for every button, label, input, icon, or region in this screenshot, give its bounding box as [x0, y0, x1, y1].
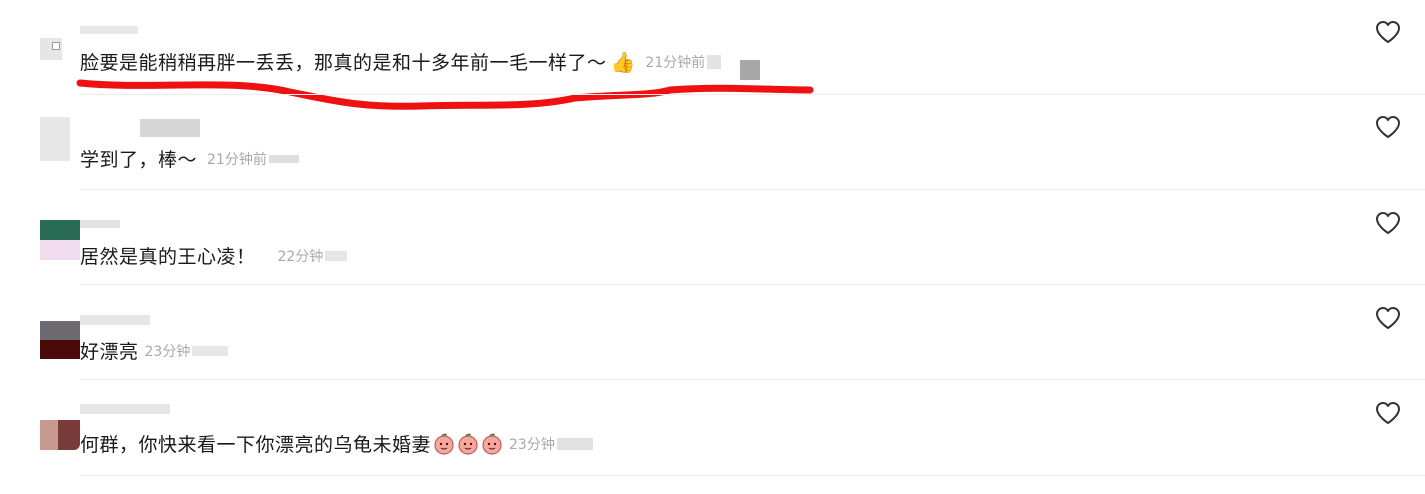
comment-body: 学到了，棒～ 21分钟前	[80, 145, 299, 172]
redaction-square	[740, 60, 760, 80]
comment-timestamp: 23分钟	[144, 343, 191, 360]
timestamp-blur	[268, 154, 299, 163]
heart-outline-icon[interactable]	[1374, 304, 1402, 332]
comment-text: 何群，你快来看一下你漂亮的乌龟未婚妻	[80, 434, 432, 456]
peach-face-icon	[434, 433, 454, 455]
commenter-name-blur	[80, 220, 120, 228]
comment-text: 好漂亮	[80, 341, 139, 363]
comment-text: 脸要是能稍稍再胖一丢丢，那真的是和十多年前一毛一样了～	[80, 52, 607, 74]
comment-row-3: 居然是真的王心凌！ 22分钟	[0, 190, 1425, 285]
timestamp-blur	[707, 54, 722, 69]
comment-body: 好漂亮 23分钟	[80, 337, 229, 364]
heart-outline-icon[interactable]	[1374, 399, 1402, 427]
comment-list: 脸要是能稍稍再胖一丢丢，那真的是和十多年前一毛一样了～ 👍 21分钟前 学到了，…	[0, 0, 1425, 494]
row-divider	[80, 475, 1425, 476]
comment-text: 居然是真的王心凌！	[80, 246, 256, 268]
avatar[interactable]	[40, 220, 80, 260]
timestamp-blur	[556, 437, 593, 450]
heart-outline-icon[interactable]	[1374, 209, 1402, 237]
avatar[interactable]	[40, 38, 62, 60]
commenter-name-blur	[80, 315, 150, 325]
comment-text: 学到了，棒～	[80, 149, 198, 171]
timestamp-blur	[325, 250, 348, 261]
comment-timestamp: 21分钟前	[207, 151, 267, 168]
comment-body: 何群，你快来看一下你漂亮的乌龟未婚妻 23分钟	[80, 430, 593, 457]
comment-row-5: 何群，你快来看一下你漂亮的乌龟未婚妻 23分钟	[0, 380, 1425, 494]
comment-body: 居然是真的王心凌！ 22分钟	[80, 242, 348, 269]
comment-row-4: 好漂亮 23分钟	[0, 285, 1425, 380]
commenter-name-blur	[80, 26, 138, 34]
peach-face-icon	[458, 433, 478, 455]
avatar[interactable]	[40, 420, 80, 450]
commenter-name-blur	[80, 404, 170, 414]
avatar[interactable]	[40, 321, 80, 359]
commenter-name-blur	[140, 119, 200, 137]
avatar[interactable]	[40, 117, 70, 161]
heart-outline-icon[interactable]	[1374, 113, 1402, 141]
comment-body: 脸要是能稍稍再胖一丢丢，那真的是和十多年前一毛一样了～ 👍 21分钟前	[80, 48, 722, 75]
comment-timestamp: 21分钟前	[645, 54, 706, 71]
peach-face-icon	[482, 433, 502, 455]
comment-timestamp: 22分钟	[277, 248, 324, 265]
thumbs-up-icon: 👍	[610, 49, 636, 74]
comment-row-1: 脸要是能稍稍再胖一丢丢，那真的是和十多年前一毛一样了～ 👍 21分钟前	[0, 0, 1425, 110]
comment-row-2: 学到了，棒～ 21分钟前	[0, 95, 1425, 190]
timestamp-blur	[192, 345, 229, 356]
heart-outline-icon[interactable]	[1374, 18, 1402, 46]
comment-timestamp: 23分钟	[509, 436, 555, 453]
